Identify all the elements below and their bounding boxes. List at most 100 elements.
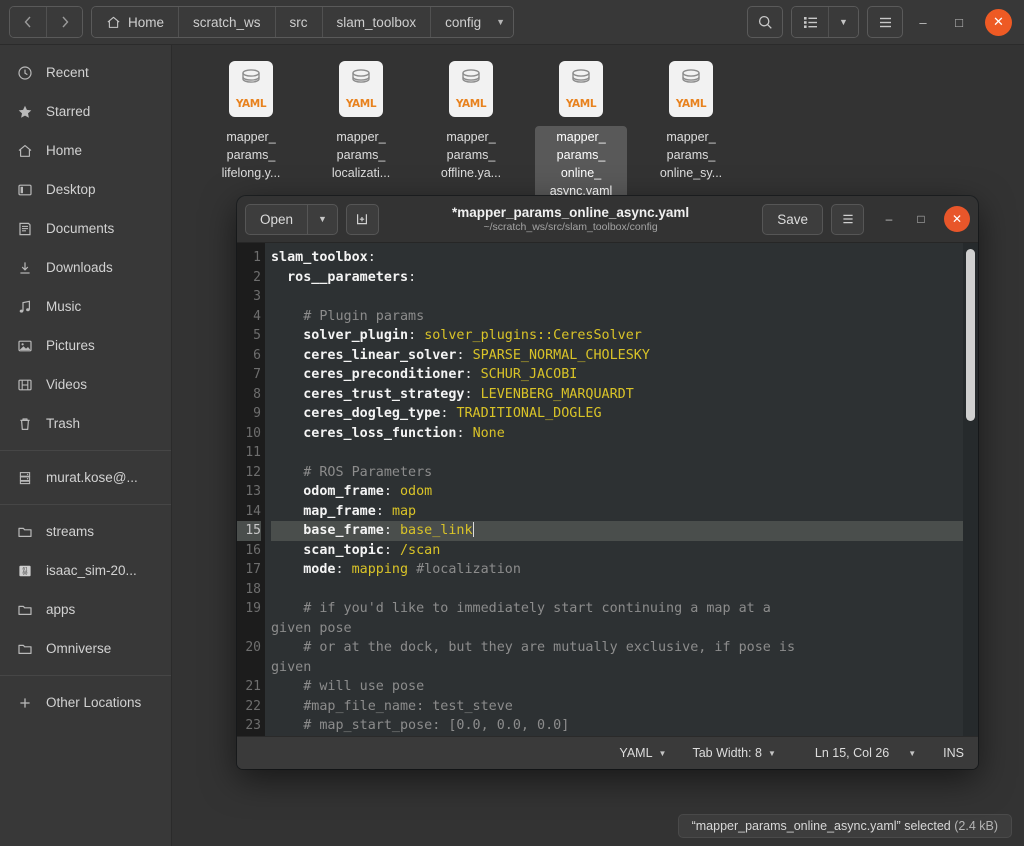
sidebar-item-apps[interactable]: apps (0, 590, 171, 629)
binary-drive-icon: 01 00 (16, 562, 33, 579)
main-menu-button[interactable] (867, 6, 903, 38)
code-line: # ROS Parameters (271, 463, 978, 483)
code-token: slam_toolbox (271, 250, 368, 265)
chevron-down-icon[interactable]: ▼ (496, 17, 505, 27)
breadcrumb-item-src[interactable]: src (274, 7, 322, 37)
sidebar-item-network-share[interactable]: murat.kose@... (0, 458, 171, 497)
chevron-down-icon: ▼ (767, 748, 776, 758)
window-minimize-button[interactable]: – (907, 6, 939, 38)
line-number: 12 (245, 464, 261, 480)
sidebar-item-pictures[interactable]: Pictures (0, 326, 171, 365)
folder-icon (16, 523, 33, 540)
yaml-type-label: YAML (235, 98, 267, 110)
search-button[interactable] (747, 6, 783, 38)
breadcrumb-item-config[interactable]: config ▼ (430, 7, 514, 37)
editor-maximize-button[interactable]: □ (906, 204, 936, 234)
sidebar-item-music[interactable]: Music (0, 287, 171, 326)
editor-scrollbar-thumb[interactable] (966, 249, 975, 421)
code-line: slam_toolbox: (271, 248, 978, 268)
chevron-down-icon: ▼ (908, 748, 917, 758)
sidebar-item-desktop[interactable]: Desktop (0, 170, 171, 209)
language-selector[interactable]: YAML ▼ (606, 746, 679, 760)
editor-close-button[interactable]: ✕ (944, 206, 970, 232)
language-label: YAML (619, 746, 653, 760)
view-options-group: ▼ (791, 6, 859, 38)
code-token: : (383, 542, 400, 558)
line-number: 4 (253, 308, 261, 324)
trash-icon (16, 415, 33, 432)
open-button[interactable]: Open (245, 203, 308, 235)
sidebar-item-home[interactable]: Home (0, 131, 171, 170)
sidebar-item-label: Other Locations (46, 695, 142, 710)
code-token: LEVENBERG_MARQUARDT (480, 386, 634, 402)
breadcrumb-item-scratch-ws[interactable]: scratch_ws (178, 7, 275, 37)
editor-header: Open ▼ *mapper_params_online_async.yaml … (237, 196, 978, 243)
breadcrumb-item-home[interactable]: Home (92, 7, 179, 37)
sidebar-item-omniverse[interactable]: Omniverse (0, 629, 171, 668)
line-number: 18 (245, 581, 261, 597)
sidebar-item-label: Pictures (46, 338, 95, 353)
code-token: # if you'd like to immediately start con… (271, 601, 771, 616)
new-document-button[interactable] (345, 203, 379, 235)
editor-menu-button[interactable] (831, 203, 864, 235)
file-item[interactable]: YAML mapper_ params_ online_ async.yaml (526, 59, 636, 202)
sidebar-item-trash[interactable]: Trash (0, 404, 171, 443)
code-token: # ROS Parameters (271, 464, 433, 480)
code-token: solver_plugin (271, 328, 409, 343)
sidebar-item-documents[interactable]: Documents (0, 209, 171, 248)
sidebar-item-downloads[interactable]: Downloads (0, 248, 171, 287)
breadcrumb: Home scratch_ws src slam_toolbox config … (91, 6, 515, 38)
cursor-position-indicator[interactable]: Ln 15, Col 26 (789, 746, 895, 760)
line-number: 13 (245, 484, 261, 499)
sidebar-item-streams[interactable]: streams (0, 512, 171, 551)
breadcrumb-item-slam-toolbox[interactable]: slam_toolbox (321, 7, 431, 37)
position-dropdown-button[interactable]: ▼ (895, 749, 929, 758)
open-dropdown-button[interactable]: ▼ (307, 203, 338, 235)
sidebar-item-isaac-sim[interactable]: 01 00 isaac_sim-20... (0, 551, 171, 590)
sidebar-item-starred[interactable]: Starred (0, 92, 171, 131)
editor-file-path: ~/scratch_ws/src/slam_toolbox/config (483, 221, 658, 233)
download-icon (16, 259, 33, 276)
status-bar: “mapper_params_online_async.yaml” select… (677, 814, 1012, 838)
code-line: ros__parameters: (271, 268, 978, 288)
list-view-button[interactable] (792, 7, 828, 37)
back-button[interactable] (10, 7, 46, 37)
sidebar-item-other-locations[interactable]: Other Locations (0, 683, 171, 722)
code-area[interactable]: 12345678910111213141516171819.20.212223 … (237, 243, 978, 736)
yaml-type-label: YAML (345, 98, 377, 110)
tab-width-selector[interactable]: Tab Width: 8 ▼ (679, 746, 788, 760)
code-text[interactable]: slam_toolbox: ros__parameters: # Plugin … (265, 243, 978, 736)
sidebar-item-recent[interactable]: Recent (0, 53, 171, 92)
status-size: (2.4 kB) (954, 819, 998, 833)
insert-mode-indicator[interactable]: INS (929, 746, 964, 760)
save-button[interactable]: Save (762, 203, 823, 235)
code-line: # Plugin params (271, 307, 978, 327)
code-token: base_frame (271, 523, 384, 538)
editor-minimize-button[interactable]: – (874, 204, 904, 234)
hamburger-menu-icon (840, 211, 856, 227)
view-dropdown-button[interactable]: ▼ (828, 7, 858, 37)
cursor-position-label: Ln 15, Col 26 (814, 746, 890, 760)
sidebar-item-label: Starred (46, 104, 91, 119)
code-token: : (367, 250, 376, 265)
status-text: “mapper_params_online_async.yaml” select… (691, 819, 951, 833)
window-close-button[interactable]: ✕ (985, 8, 1012, 36)
window-maximize-button[interactable]: □ (943, 6, 975, 38)
code-token: #map_file_name: test_steve (271, 698, 513, 714)
sidebar-item-label: murat.kose@... (46, 470, 138, 485)
editor-status-bar: YAML ▼ Tab Width: 8 ▼ Ln 15, Col 26 ▼ IN… (237, 736, 978, 769)
file-item[interactable]: YAML mapper_ params_ offline.ya... (416, 59, 526, 202)
file-item[interactable]: YAML mapper_ params_ localizati... (306, 59, 416, 202)
file-item[interactable]: YAML mapper_ params_ lifelong.y... (196, 59, 306, 202)
folder-icon (16, 640, 33, 657)
star-icon (16, 103, 33, 120)
sidebar-item-videos[interactable]: Videos (0, 365, 171, 404)
code-line: # if you'd like to immediately start con… (271, 599, 978, 619)
music-note-icon (16, 298, 33, 315)
forward-button[interactable] (46, 7, 82, 37)
line-number: 16 (245, 542, 261, 558)
code-token: odom (400, 484, 433, 499)
file-item[interactable]: YAML mapper_ params_ online_sy... (636, 59, 746, 202)
